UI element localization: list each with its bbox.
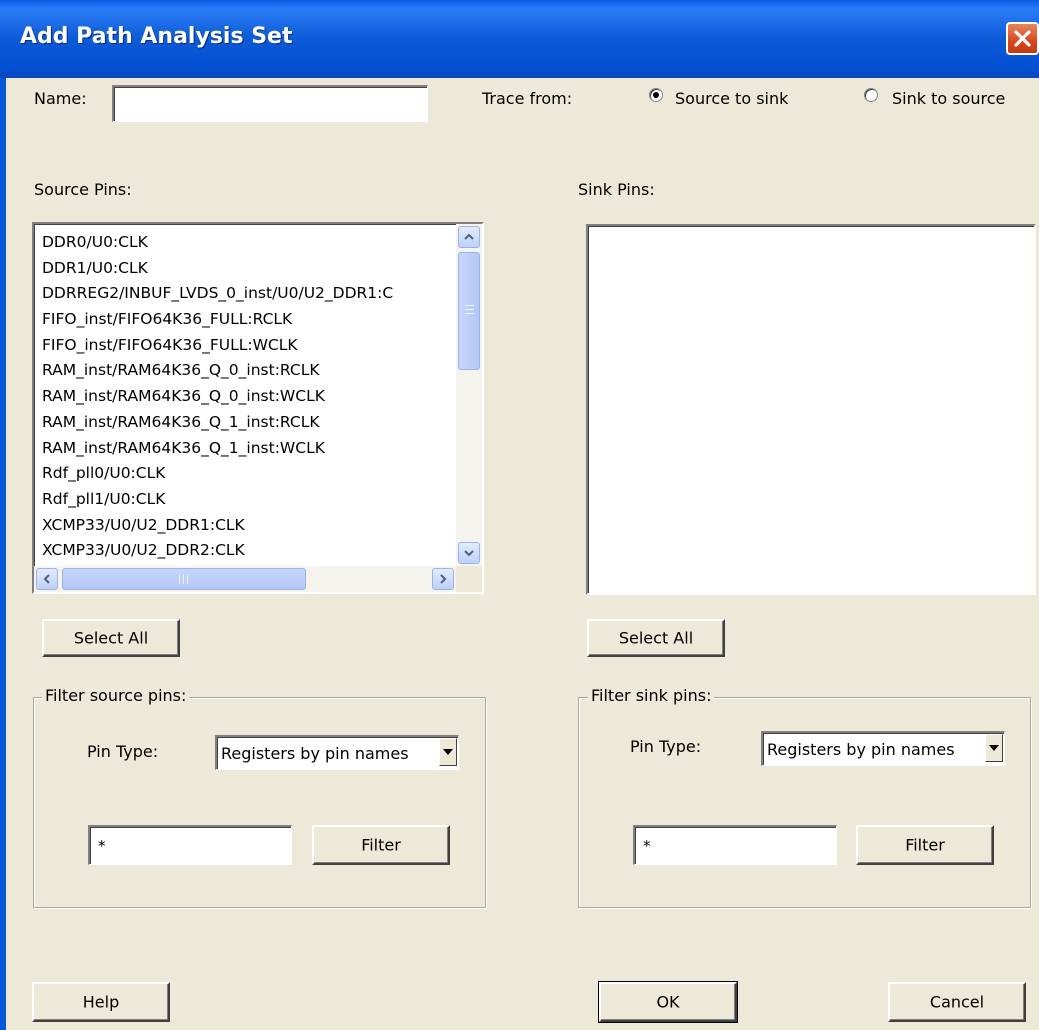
close-icon [1014,30,1031,47]
list-item[interactable]: RAM_inst/RAM64K36_Q_1_inst:WCLK [42,436,452,462]
cancel-button-label: Cancel [929,992,985,1012]
list-item[interactable]: FIFO_inst/FIFO64K36_FULL:RCLK [42,307,452,333]
close-button[interactable] [1006,22,1039,55]
thumb-grip [465,313,474,314]
filter-source-group [33,697,486,908]
source-filter-pattern-input[interactable] [90,827,291,864]
source-pin-type-value: Registers by pin names [221,744,409,763]
radio-sink-to-source-label[interactable]: Sink to source [892,89,1005,108]
chevron-left-icon [43,574,50,584]
list-item[interactable]: XCMP33/U0/U2_DDR1:CLK [42,513,452,539]
source-filter-button-label: Filter [361,835,401,855]
source-horizontal-scrollbar[interactable] [34,566,456,592]
sink-pin-type-label: Pin Type: [630,737,702,756]
radio-source-to-sink-indicator[interactable] [649,88,663,102]
trace-from-label: Trace from: [482,89,573,108]
sink-filter-pattern-field[interactable] [633,825,837,865]
dialog-window: Add Path Analysis Set Name: Trace from: … [0,0,1039,1030]
scroll-left-button[interactable] [36,568,58,590]
help-button[interactable]: Help [32,982,170,1022]
list-item[interactable]: RAM_inst/RAM64K36_Q_1_inst:RCLK [42,410,452,436]
sink-select-all-label: Select All [618,628,694,648]
source-pins-label: Source Pins: [34,180,132,199]
source-pins-items: DDR0/U0:CLK DDR1/U0:CLK DDRREG2/INBUF_LV… [42,230,452,564]
thumb-grip [183,575,184,584]
scroll-down-button[interactable] [458,542,480,564]
triangle-down-icon [989,745,999,751]
filter-sink-legend: Filter sink pins: [588,686,715,705]
list-item[interactable]: DDRREG2/INBUF_LVDS_0_inst/U0/U2_DDR1:C [42,281,452,307]
sink-filter-pattern-input[interactable] [635,827,836,864]
sink-pins-list[interactable] [586,224,1036,595]
list-item[interactable]: Rdf_pll1/U0:CLK [42,487,452,513]
thumb-grip [179,575,180,584]
sink-pin-type-dropdown-button[interactable] [985,734,1003,762]
chevron-up-icon [464,233,474,240]
source-pins-list[interactable]: DDR0/U0:CLK DDR1/U0:CLK DDRREG2/INBUF_LV… [32,222,484,594]
sink-select-all-button[interactable]: Select All [587,619,725,657]
scroll-right-button[interactable] [432,568,454,590]
list-item[interactable]: RAM_inst/RAM64K36_Q_0_inst:RCLK [42,358,452,384]
window-title: Add Path Analysis Set [20,24,293,49]
source-select-all-label: Select All [73,628,149,648]
source-select-all-button[interactable]: Select All [42,619,180,657]
source-filter-pattern-field[interactable] [88,825,292,865]
list-item[interactable]: DDR1/U0:CLK [42,256,452,282]
thumb-grip [187,575,188,584]
sink-filter-button-label: Filter [905,835,945,855]
ok-button[interactable]: OK [598,981,738,1023]
source-pin-type-select[interactable]: Registers by pin names [215,735,459,770]
chevron-right-icon [440,574,447,584]
ok-button-label: OK [656,992,680,1012]
scroll-thumb-vertical[interactable] [458,252,480,370]
triangle-down-icon [443,749,453,755]
list-item[interactable]: RAM_inst/RAM64K36_Q_0_inst:WCLK [42,384,452,410]
source-pin-type-label: Pin Type: [87,742,159,761]
sink-pin-type-value: Registers by pin names [767,740,955,759]
list-item[interactable]: DDR0/U0:CLK [42,230,452,256]
filter-source-legend: Filter source pins: [42,686,190,705]
name-field[interactable] [112,85,428,122]
radio-sink-to-source-indicator[interactable] [864,88,878,102]
sink-filter-button[interactable]: Filter [856,825,994,865]
scroll-corner [456,566,482,592]
scroll-up-button[interactable] [458,226,480,248]
sink-pin-type-select[interactable]: Registers by pin names [761,731,1005,766]
thumb-grip [465,305,474,306]
name-input[interactable] [114,87,427,121]
source-filter-button[interactable]: Filter [312,825,450,865]
filter-sink-group [578,697,1031,908]
window-border [0,78,6,1030]
cancel-button[interactable]: Cancel [888,982,1026,1022]
source-pin-type-dropdown-button[interactable] [439,738,457,766]
scroll-thumb-horizontal[interactable] [62,568,306,590]
title-bar[interactable]: Add Path Analysis Set [0,0,1039,78]
list-item[interactable]: FIFO_inst/FIFO64K36_FULL:WCLK [42,333,452,359]
source-vertical-scrollbar[interactable] [456,224,482,566]
list-item[interactable]: XCMP33/U0/U2_DDR2:CLK [42,538,452,564]
list-item[interactable]: Rdf_pll0/U0:CLK [42,461,452,487]
name-label: Name: [34,89,87,108]
chevron-down-icon [464,550,474,557]
thumb-grip [465,309,474,310]
radio-source-to-sink-label[interactable]: Source to sink [675,89,788,108]
help-button-label: Help [82,992,120,1012]
sink-pins-label: Sink Pins: [578,180,655,199]
